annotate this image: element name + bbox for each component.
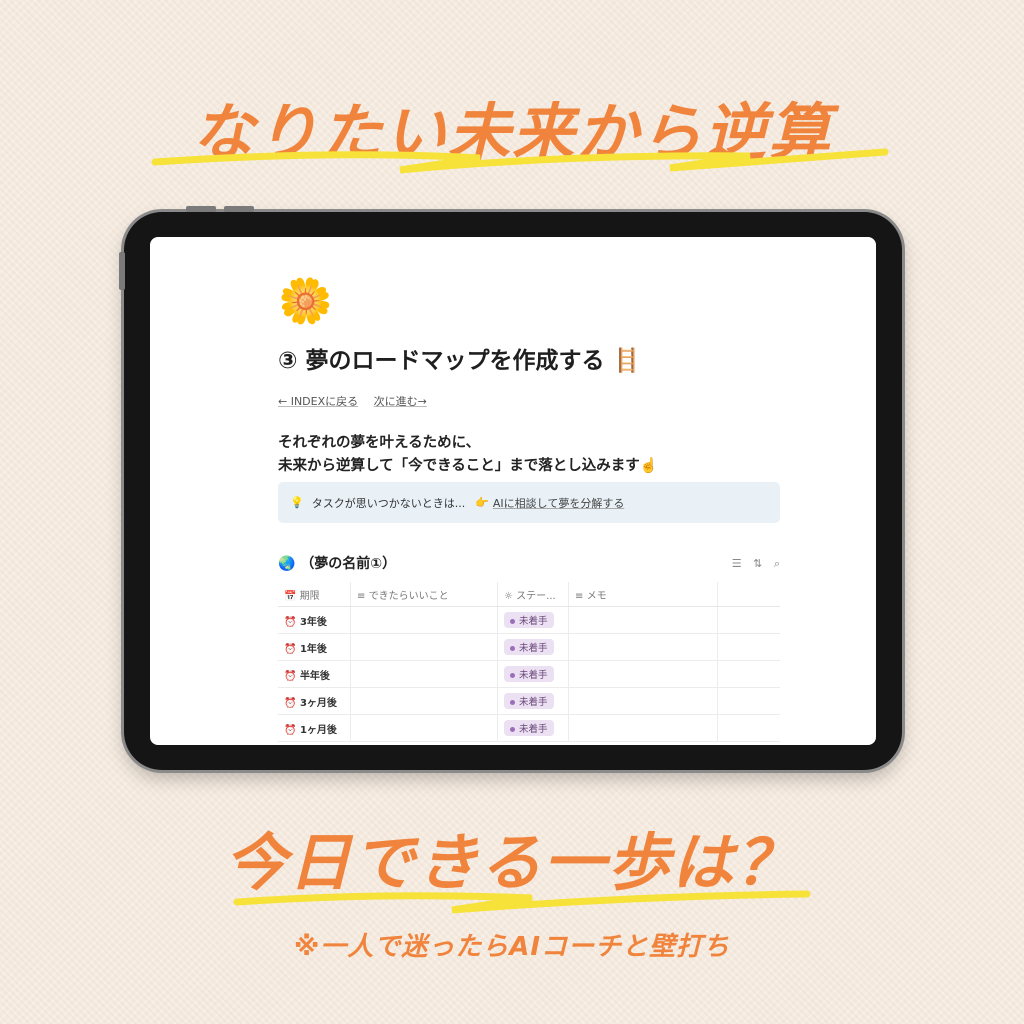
ai-consult-link[interactable]: AIに相談して夢を分解する — [493, 495, 624, 511]
intro-text: それぞれの夢を叶えるために、 未来から逆算して「今できること」まで落とし込みます… — [278, 432, 658, 478]
tablet-screen: 🌼 ③ 夢のロードマップを作成する 🪜 ← INDEXに戻る 次に進む→ それぞ… — [150, 237, 876, 745]
tablet-top-button-2 — [224, 206, 254, 212]
status-icon: ☼ — [504, 590, 513, 602]
alarm-clock-icon: ⏰ — [284, 724, 297, 736]
status-cell[interactable]: 未着手 — [497, 714, 569, 742]
alarm-clock-icon: ⏰ — [284, 643, 297, 655]
wish-cell[interactable] — [350, 606, 498, 634]
tip-callout: 💡 タスクが思いつかないときは... 👉 AIに相談して夢を分解する — [278, 482, 780, 523]
table-row[interactable]: ⏰ 1ヶ月後 未着手 — [278, 714, 780, 742]
globe-icon: 🌏 — [278, 556, 296, 572]
status-badge: 未着手 — [504, 639, 554, 655]
intro-line-1: それぞれの夢を叶えるために、 — [278, 435, 481, 451]
status-badge: 未着手 — [504, 720, 554, 736]
sort-icon[interactable]: ⇅ — [753, 557, 762, 570]
wish-cell[interactable] — [350, 660, 498, 688]
search-icon[interactable]: ⌕ — [774, 557, 780, 570]
status-badge: 未着手 — [504, 612, 554, 628]
status-cell[interactable]: 未着手 — [497, 687, 569, 715]
empty-cell — [717, 687, 780, 715]
memo-cell[interactable] — [568, 660, 718, 688]
status-cell[interactable]: 未着手 — [497, 633, 569, 661]
alarm-clock-icon: ⏰ — [284, 616, 297, 628]
text-lines-icon: ≡ — [575, 590, 584, 602]
column-header-memo[interactable]: ≡ メモ — [568, 582, 718, 607]
database-toolbar: ☰ ⇅ ⌕ — [724, 557, 780, 571]
deadline-cell[interactable]: ⏰ 1年後 — [278, 633, 351, 661]
database-title[interactable]: 🌏 （夢の名前①） — [278, 553, 396, 573]
roadmap-table: 📅 期限 ≡ できたらいいこと ☼ ステー... ≡ メモ ⏰ 3年後 未着手 … — [278, 582, 780, 742]
empty-cell — [717, 633, 780, 661]
database-title-text: （夢の名前①） — [300, 556, 397, 572]
status-cell[interactable]: 未着手 — [497, 606, 569, 634]
column-header-status[interactable]: ☼ ステー... — [497, 582, 569, 607]
memo-cell[interactable] — [568, 714, 718, 742]
intro-line-2: 未来から逆算して「今できること」まで落とし込みます☝️ — [278, 458, 658, 474]
tablet-top-button-1 — [186, 206, 216, 212]
empty-cell — [717, 660, 780, 688]
flower-icon[interactable]: 🌼 — [278, 277, 333, 327]
status-cell[interactable]: 未着手 — [497, 660, 569, 688]
headline-bottom-underline — [233, 890, 811, 914]
wish-cell[interactable] — [350, 714, 498, 742]
page-title: ③ 夢のロードマップを作成する 🪜 — [278, 348, 642, 374]
calendar-icon: 📅 — [284, 590, 297, 602]
table-row[interactable]: ⏰ 3年後 未着手 — [278, 606, 780, 634]
status-badge: 未着手 — [504, 666, 554, 682]
wish-cell[interactable] — [350, 687, 498, 715]
alarm-clock-icon: ⏰ — [284, 697, 297, 709]
callout-text: タスクが思いつかないときは... — [311, 496, 466, 510]
memo-cell[interactable] — [568, 687, 718, 715]
memo-cell[interactable] — [568, 633, 718, 661]
index-back-link[interactable]: ← INDEXに戻る — [278, 395, 358, 408]
empty-cell — [717, 606, 780, 634]
memo-cell[interactable] — [568, 606, 718, 634]
tablet-side-button — [119, 252, 125, 290]
filter-icon[interactable]: ☰ — [732, 557, 742, 570]
wish-cell[interactable] — [350, 633, 498, 661]
column-header-wishes[interactable]: ≡ できたらいいこと — [350, 582, 498, 607]
deadline-cell[interactable]: ⏰ 3ヶ月後 — [278, 687, 351, 715]
deadline-cell[interactable]: ⏰ 1ヶ月後 — [278, 714, 351, 742]
lightbulb-icon: 💡 — [290, 496, 304, 509]
empty-cell — [717, 714, 780, 742]
pointing-hand-icon: 👉 — [475, 496, 489, 509]
deadline-cell[interactable]: ⏰ 半年後 — [278, 660, 351, 688]
headline-top-underline — [151, 148, 889, 174]
headline-sub: ※一人で迷ったらAIコーチと壁打ち — [293, 932, 731, 962]
text-lines-icon: ≡ — [357, 590, 366, 602]
column-header-empty — [717, 582, 780, 607]
alarm-clock-icon: ⏰ — [284, 670, 297, 682]
table-row[interactable]: ⏰ 3ヶ月後 未着手 — [278, 687, 780, 715]
deadline-cell[interactable]: ⏰ 3年後 — [278, 606, 351, 634]
table-row[interactable]: ⏰ 半年後 未着手 — [278, 660, 780, 688]
next-link[interactable]: 次に進む→ — [374, 395, 427, 408]
column-header-deadline[interactable]: 📅 期限 — [278, 582, 351, 607]
page-nav: ← INDEXに戻る 次に進む→ — [278, 393, 439, 409]
table-header-row: 📅 期限 ≡ できたらいいこと ☼ ステー... ≡ メモ — [278, 582, 780, 607]
status-badge: 未着手 — [504, 693, 554, 709]
table-row[interactable]: ⏰ 1年後 未着手 — [278, 633, 780, 661]
